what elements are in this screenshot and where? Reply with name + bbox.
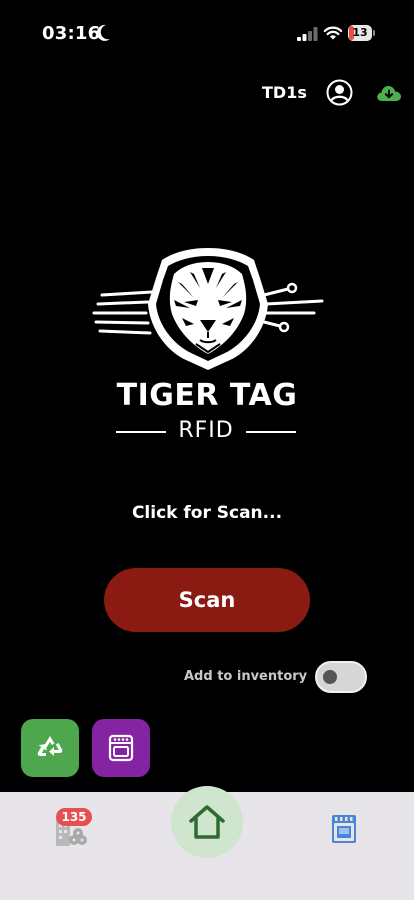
logo-title: TIGER TAG xyxy=(116,378,298,413)
profile-icon[interactable] xyxy=(326,79,353,106)
status-bar: 03:16 13 xyxy=(0,0,414,70)
signal-icon xyxy=(297,27,318,41)
device-title: TD1s xyxy=(262,83,307,102)
wifi-icon xyxy=(323,26,343,40)
moon-icon xyxy=(97,24,110,41)
dryer-icon xyxy=(108,734,134,762)
home-button[interactable] xyxy=(171,786,243,858)
recycle-icon xyxy=(37,736,63,756)
divider-right xyxy=(246,431,296,433)
logo-subtitle: RFID xyxy=(178,418,234,443)
status-time: 03:16 xyxy=(42,23,101,44)
scan-prompt: Click for Scan... xyxy=(131,503,283,523)
home-icon xyxy=(189,805,225,839)
divider-left xyxy=(116,431,166,433)
tiger-logo xyxy=(92,248,324,370)
battery-icon: 13 xyxy=(348,25,376,41)
dryer-button[interactable] xyxy=(92,719,150,777)
cloud-download-icon[interactable] xyxy=(376,83,402,103)
dryer-tab-icon[interactable] xyxy=(330,813,358,845)
logo-subtitle-row: RFID xyxy=(116,418,296,448)
toggle-knob xyxy=(323,670,337,684)
inventory-count-badge: 135 xyxy=(56,808,92,826)
battery-level: 13 xyxy=(352,26,368,39)
scan-button[interactable]: Scan xyxy=(104,568,310,632)
add-to-inventory-toggle[interactable] xyxy=(315,661,367,693)
add-to-inventory-label: Add to inventory xyxy=(184,669,308,684)
app-screen: 03:16 13 TD1s TIGER TAG RFID Click for S… xyxy=(0,0,414,900)
recycle-button[interactable] xyxy=(21,719,79,777)
